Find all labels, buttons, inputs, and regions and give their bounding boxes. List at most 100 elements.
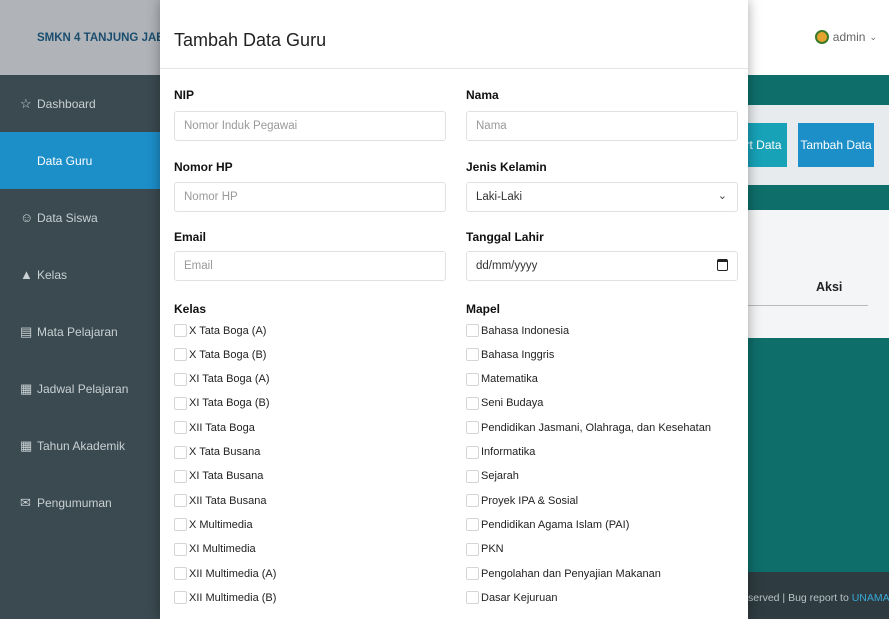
mapel-checkbox[interactable] [466,469,479,483]
kelas-checkbox[interactable] [174,567,187,580]
kelas-option[interactable]: XII Tata Busana [174,494,267,508]
kelas-checkbox[interactable] [174,469,187,483]
mapel-option[interactable]: Proyek IPA & Sosial [466,494,579,508]
mapel-option-label: Seni Budaya [481,397,544,410]
sidebar-item-data-guru[interactable]: ☻ Data Guru [0,132,160,189]
mapel-checkbox[interactable] [466,591,479,605]
mapel-option-label: Bahasa Inggris [481,348,555,361]
chevron-down-icon: ⌄ [717,190,727,202]
kelas-checkbox[interactable] [174,421,187,435]
kelas-checkbox[interactable] [174,348,187,362]
sidebar-item-tahun-akademik[interactable]: ▦ Tahun Akademik [0,417,160,474]
calendar-icon[interactable] [717,259,728,271]
kelas-option-label: XII Tata Busana [189,494,267,507]
sidebar-item-data-siswa[interactable]: ☺ Data Siswa [0,189,160,246]
kelas-option-label: XI Multimedia [189,543,256,556]
mapel-checkbox[interactable] [466,372,479,386]
kelas-option[interactable]: XI Tata Boga (A) [174,372,270,386]
mapel-checkbox[interactable] [466,348,479,362]
mapel-checkbox[interactable] [466,396,479,410]
sidebar-item-dashboard[interactable]: ☆ Dashboard [0,75,160,132]
kelas-checkbox[interactable] [174,372,187,386]
kelas-checkbox[interactable] [174,518,187,532]
modal-title: Tambah Data Guru [160,0,748,69]
kelas-option[interactable]: XI Multimedia [174,542,256,556]
table-panel [730,210,889,338]
kelas-option[interactable]: XI Tata Boga (B) [174,396,270,410]
mapel-checkbox[interactable] [466,421,479,435]
nama-input[interactable]: Nama [466,111,738,141]
sidebar-item-label: Tahun Akademik [37,438,126,453]
sidebar-item-kelas[interactable]: ▲ Kelas [0,246,160,303]
mapel-checkbox[interactable] [466,542,479,556]
kelas-option[interactable]: X Multimedia [174,518,253,532]
home-icon: ▲ [20,267,33,282]
jenis-kelamin-value: Laki-Laki [476,191,523,203]
sidebar-item-mata-pelajaran[interactable]: ▤ Mata Pelajaran [0,303,160,360]
user-menu[interactable]: admin ⌄ [814,30,877,44]
kelas-option[interactable]: X Tata Busana [174,445,260,459]
kelas-checkbox[interactable] [174,542,187,556]
mapel-option-label: Proyek IPA & Sosial [481,494,579,507]
mapel-option[interactable]: Pendidikan Agama Islam (PAI) [466,518,629,532]
kelas-option-label: XII Multimedia (A) [189,567,277,580]
mapel-option[interactable]: Pengolahan dan Penyajian Makanan [466,567,661,580]
mapel-option[interactable]: Dasar Kejuruan [466,591,557,605]
mapel-option[interactable]: Bahasa Indonesia [466,324,569,337]
sidebar-item-label: Pengumuman [37,495,112,510]
sidebar-item-jadwal-pelajaran[interactable]: ▦ Jadwal Pelajaran [0,360,160,417]
hp-input[interactable]: Nomor HP [174,182,446,212]
kelas-checkbox[interactable] [174,494,187,508]
mapel-checkbox[interactable] [466,494,479,508]
email-input[interactable]: Email [174,251,446,281]
mapel-option-label: Matematika [481,373,538,386]
kelas-checkbox[interactable] [174,591,187,605]
tambah-data-button[interactable]: Tambah Data [798,123,874,167]
nip-input[interactable]: Nomor Induk Pegawai [174,111,446,141]
kelas-option[interactable]: X Tata Boga (A) [174,324,266,337]
footer-link[interactable]: UNAMA Centre [852,592,889,604]
sidebar-item-pengumuman[interactable]: ✉ Pengumuman [0,474,160,531]
mapel-checkbox[interactable] [466,518,479,532]
kelas-option[interactable]: XI Tata Busana [174,469,263,483]
sidebar-item-label: Mata Pelajaran [37,324,118,339]
mapel-option[interactable]: Matematika [466,372,538,386]
kelas-option-label: X Tata Boga (A) [189,324,267,337]
kelas-option-label: X Tata Boga (B) [189,348,267,361]
sidebar: ☆ Dashboard ☻ Data Guru ☺ Data Siswa ▲ Kelas… [0,75,160,619]
kelas-checkbox[interactable] [174,396,187,410]
mapel-option[interactable]: Sejarah [466,469,519,483]
avatar [814,30,829,44]
sidebar-item-label: Data Siswa [37,210,98,225]
chevron-down-icon: ⌄ [869,31,877,42]
mapel-option[interactable]: Pendidikan Jasmani, Olahraga, dan Keseha… [466,421,711,435]
mapel-option[interactable]: Seni Budaya [466,396,544,410]
jenis-kelamin-select[interactable]: Laki-Laki ⌄ [466,182,738,212]
brand-title[interactable]: SMKN 4 TANJUNG JABUNG [0,0,160,75]
footer: served | Bug report to UNAMA Centre [730,572,889,619]
tanggal-lahir-input[interactable]: dd/mm/yyyy [466,251,738,281]
mapel-option[interactable]: Informatika [466,445,535,459]
kelas-option[interactable]: XII Multimedia (B) [174,591,277,605]
kelas-option-label: XII Multimedia (B) [189,591,277,604]
kelas-option[interactable]: XII Multimedia (A) [174,567,276,580]
mapel-option[interactable]: Bahasa Inggris [466,348,555,362]
mapel-checkbox[interactable] [466,445,479,459]
kelas-checkbox[interactable] [174,445,187,459]
mapel-checkbox[interactable] [466,567,479,580]
kelas-checkbox[interactable] [174,324,187,337]
mapel-option-label: Pengolahan dan Penyajian Makanan [481,567,661,580]
mapel-option-label: Sejarah [481,470,519,483]
mapel-option[interactable]: PKN [466,542,504,556]
kelas-option[interactable]: X Tata Boga (B) [174,348,267,362]
mapel-option-label: Pendidikan Jasmani, Olahraga, dan Keseha… [481,421,711,434]
mapel-checkbox[interactable] [466,324,479,337]
kelas-label: Kelas [174,302,207,316]
kelas-option[interactable]: XII Tata Boga [174,421,255,435]
tanggal-lahir-placeholder: dd/mm/yyyy [476,260,538,272]
nip-label: NIP [174,88,195,102]
table-divider [748,305,868,306]
kelas-option-label: X Multimedia [189,518,253,531]
sidebar-item-label: Data Guru [37,153,93,168]
sidebar-item-label: Kelas [37,267,68,282]
